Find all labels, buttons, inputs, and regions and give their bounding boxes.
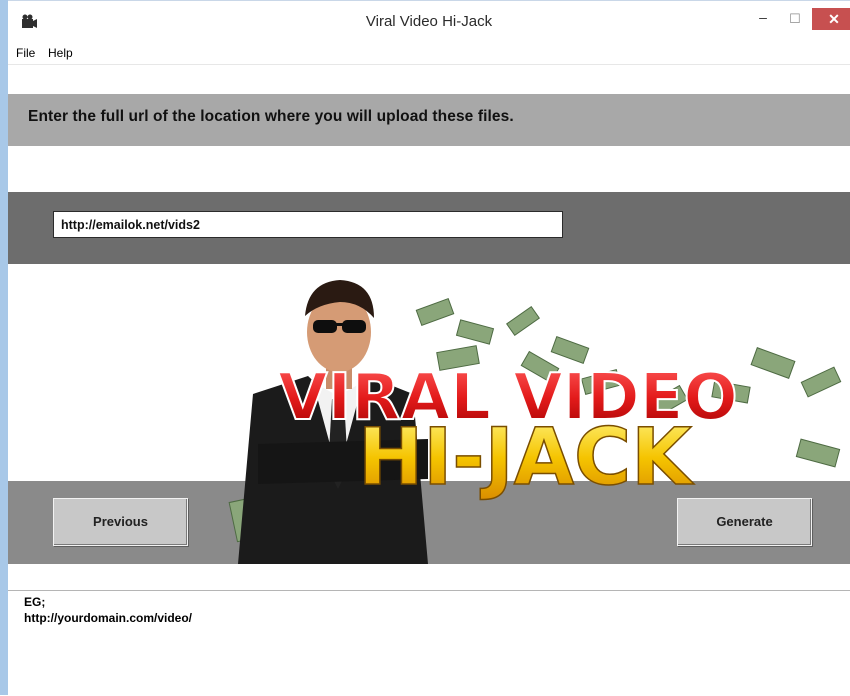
menu-bar: File Help [8, 43, 850, 65]
maximize-button[interactable]: ☐ [782, 9, 808, 29]
minimize-button[interactable]: – [750, 9, 776, 29]
generate-button[interactable]: Generate [677, 498, 812, 546]
example-panel: EG; http://yourdomain.com/video/ [8, 590, 850, 696]
example-url: http://yourdomain.com/video/ [24, 611, 193, 625]
menu-file[interactable]: File [16, 46, 35, 60]
instruction-text: Enter the full url of the location where… [28, 108, 514, 125]
banner-image: VIRAL VIDEO HI-JACK Previous Generate [8, 264, 850, 564]
banner-line2: HI-JACK [358, 413, 694, 503]
previous-button[interactable]: Previous [53, 498, 188, 546]
url-panel [8, 192, 850, 264]
app-window: Viral Video Hi-Jack – ☐ ✕ File Help Ente… [0, 0, 850, 696]
close-button[interactable]: ✕ [812, 8, 850, 30]
title-bar[interactable]: Viral Video Hi-Jack – ☐ ✕ [8, 0, 850, 43]
instruction-panel: Enter the full url of the location where… [8, 94, 850, 146]
window-border [0, 0, 8, 695]
window-title: Viral Video Hi-Jack [365, 13, 493, 30]
upload-url-input[interactable] [53, 211, 563, 238]
menu-help[interactable]: Help [48, 46, 73, 60]
example-label: EG; [24, 595, 46, 609]
